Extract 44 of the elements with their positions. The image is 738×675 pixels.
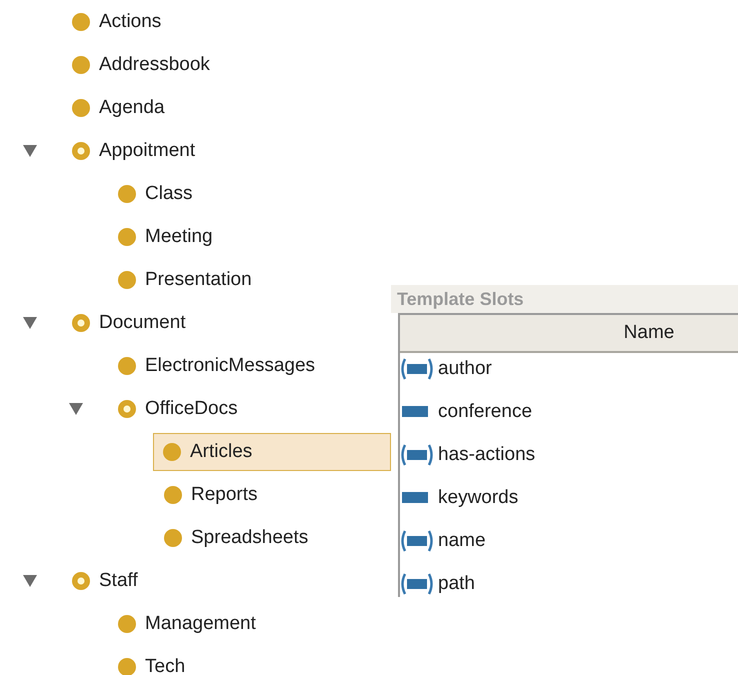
slot-name[interactable]: name [438, 530, 486, 552]
dot-bullet-icon [117, 270, 137, 290]
dot-bullet-icon [71, 98, 91, 118]
dot-bullet-icon [163, 484, 183, 504]
ring-bullet-icon [71, 570, 91, 590]
tree-item[interactable]: ElectronicMessages [116, 346, 324, 386]
tree-item[interactable]: Document [70, 302, 195, 342]
collapse-triangle-icon[interactable] [23, 316, 37, 328]
dot-bullet-icon [117, 356, 137, 376]
ring-bullet-icon [117, 398, 137, 418]
tree-item[interactable]: Spreadsheets [162, 518, 318, 558]
dot-bullet-icon [117, 656, 137, 675]
slot-name[interactable]: author [438, 358, 492, 380]
collapse-triangle-icon[interactable] [69, 402, 83, 414]
tree-item[interactable]: Reports [162, 474, 267, 514]
collapse-triangle-icon[interactable] [23, 574, 37, 586]
ring-bullet-icon [71, 140, 91, 160]
tree-item[interactable]: Tech [116, 646, 194, 675]
tree-item[interactable]: Articles [153, 432, 391, 470]
tree-item[interactable]: Actions [70, 2, 170, 42]
dot-bullet-icon [117, 226, 137, 246]
tree-item[interactable]: Meeting [116, 216, 222, 256]
slot-name[interactable]: path [438, 572, 475, 594]
ring-bullet-icon [71, 312, 91, 332]
slot-name[interactable]: has-actions [438, 444, 536, 466]
slot-name[interactable]: conference [438, 400, 532, 422]
tree-item[interactable]: Management [116, 604, 265, 644]
tree-item[interactable]: Addressbook [70, 44, 219, 84]
dot-bullet-icon [162, 442, 182, 462]
tree-item[interactable]: Class [116, 174, 202, 214]
dot-bullet-icon [71, 12, 91, 32]
tree-item[interactable]: Presentation [116, 260, 261, 300]
slot-name[interactable]: keywords [438, 486, 518, 508]
column-header[interactable]: Name [400, 315, 738, 353]
dot-bullet-icon [117, 184, 137, 204]
tree-item[interactable]: Agenda [70, 88, 174, 128]
dot-bullet-icon [71, 54, 91, 74]
panel-title: Template Slots [397, 288, 524, 310]
tree-item[interactable]: Staff [70, 560, 147, 600]
tree-item[interactable]: Appoitment [70, 130, 204, 170]
dot-bullet-icon [163, 528, 183, 548]
collapse-triangle-icon[interactable] [23, 144, 37, 156]
tree-item[interactable]: OfficeDocs [116, 388, 247, 428]
dot-bullet-icon [117, 614, 137, 634]
